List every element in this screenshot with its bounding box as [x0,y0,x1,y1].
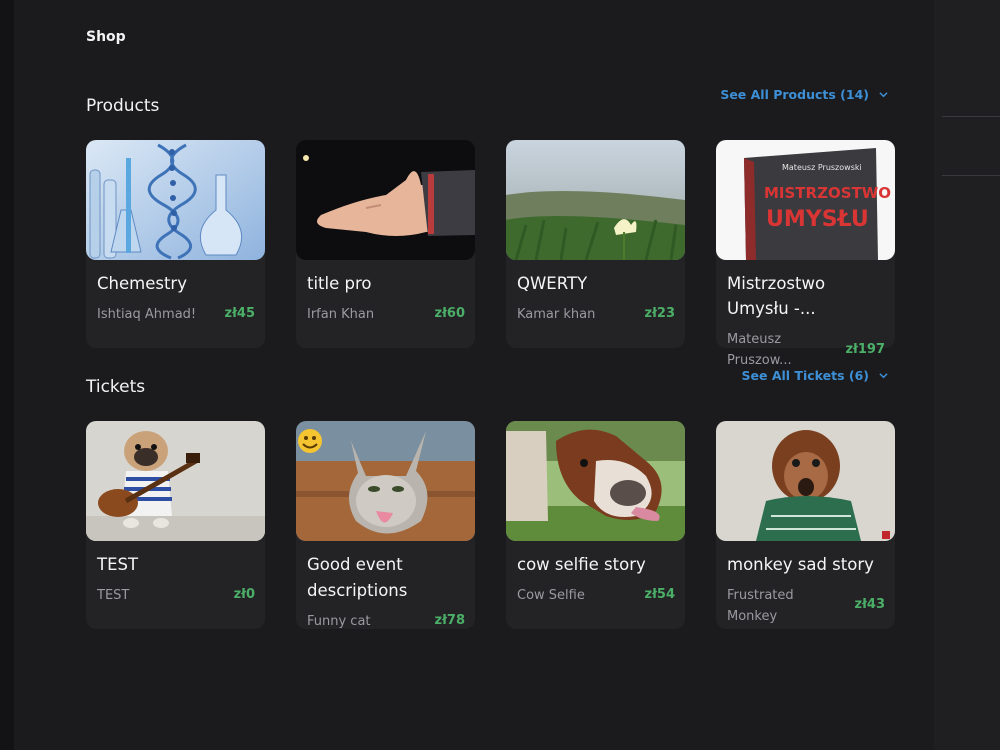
ticket-seller: TEST [97,588,130,603]
book-title-line-1: MISTRZOSTWO [764,184,891,202]
ticket-price: zł54 [644,587,675,602]
product-price: zł197 [845,342,885,357]
monkey-image [716,421,895,541]
product-price: zł23 [644,306,675,321]
tickets-grid: TEST TEST zł0 Good event descriptions Fu… [86,421,895,629]
book-author-text: Mateusz Pruszowski [782,163,862,172]
product-title: Chemestry [97,274,187,293]
ticket-card[interactable]: TEST TEST zł0 [86,421,265,629]
ticket-price: zł43 [854,597,885,612]
pug-guitar-image [86,421,265,541]
chevron-down-icon [879,92,888,98]
product-card[interactable]: Mateusz Pruszowski MISTRZOSTWO UMYSŁU Mi… [716,140,895,368]
grass-flower-image [506,140,685,260]
book-title-line-2: UMYSŁU [766,207,869,232]
left-edge [0,0,14,750]
product-card[interactable]: Chemestry Ishtiaq Ahmad! zł45 [86,140,265,348]
ticket-title: Good event descriptions [307,555,408,600]
ticket-title: TEST [97,555,139,574]
tickets-section-title: Tickets [86,377,146,397]
cat-tongue-image [296,421,475,541]
product-seller: Ishtiaq Ahmad! [97,307,197,322]
panel-divider [942,116,1000,117]
chemistry-lab-image [86,140,265,260]
product-seller: Irfan Khan [307,307,375,322]
ticket-card[interactable]: Good event descriptions Funny cat zł78 [296,421,475,629]
products-grid: Chemestry Ishtiaq Ahmad! zł45 title pro … [86,140,895,368]
hand-image [296,140,475,260]
see-all-products-link[interactable]: See All Products (14) [720,87,888,102]
product-seller: Mateusz Pruszow... [727,332,792,368]
products-section-title: Products [86,96,160,116]
ticket-title: cow selfie story [517,555,646,574]
page-title: Shop [86,29,126,45]
product-card[interactable]: title pro Irfan Khan zł60 [296,140,475,348]
product-title: Mistrzostwo Umysłu -... [727,274,826,318]
see-all-tickets-link[interactable]: See All Tickets (6) [742,368,888,383]
product-card[interactable]: QWERTY Kamar khan zł23 [506,140,685,348]
chevron-down-icon [879,373,888,379]
ticket-card[interactable]: cow selfie story Cow Selfie zł54 [506,421,685,629]
see-all-products-label: See All Products (14) [720,87,869,102]
ticket-price: zł0 [233,587,255,602]
book-cover-image: Mateusz Pruszowski MISTRZOSTWO UMYSŁU [716,140,895,260]
see-all-tickets-label: See All Tickets (6) [741,368,869,383]
product-price: zł45 [224,306,255,321]
shop-main: Shop Products See All Products (14) Chem… [14,0,934,750]
cow-selfie-image [506,421,685,541]
ticket-price: zł78 [434,613,465,628]
ticket-seller: Funny cat [307,614,371,629]
product-price: zł60 [434,306,465,321]
ticket-title: monkey sad story [727,555,874,574]
panel-divider [942,175,1000,176]
ticket-seller: Frustrated Monkey [727,588,794,624]
product-title: QWERTY [517,274,588,293]
ticket-card[interactable]: monkey sad story Frustrated Monkey zł43 [716,421,895,629]
product-title: title pro [307,274,372,293]
ticket-seller: Cow Selfie [517,588,585,603]
product-seller: Kamar khan [517,307,596,322]
right-side-panel [934,0,1000,750]
